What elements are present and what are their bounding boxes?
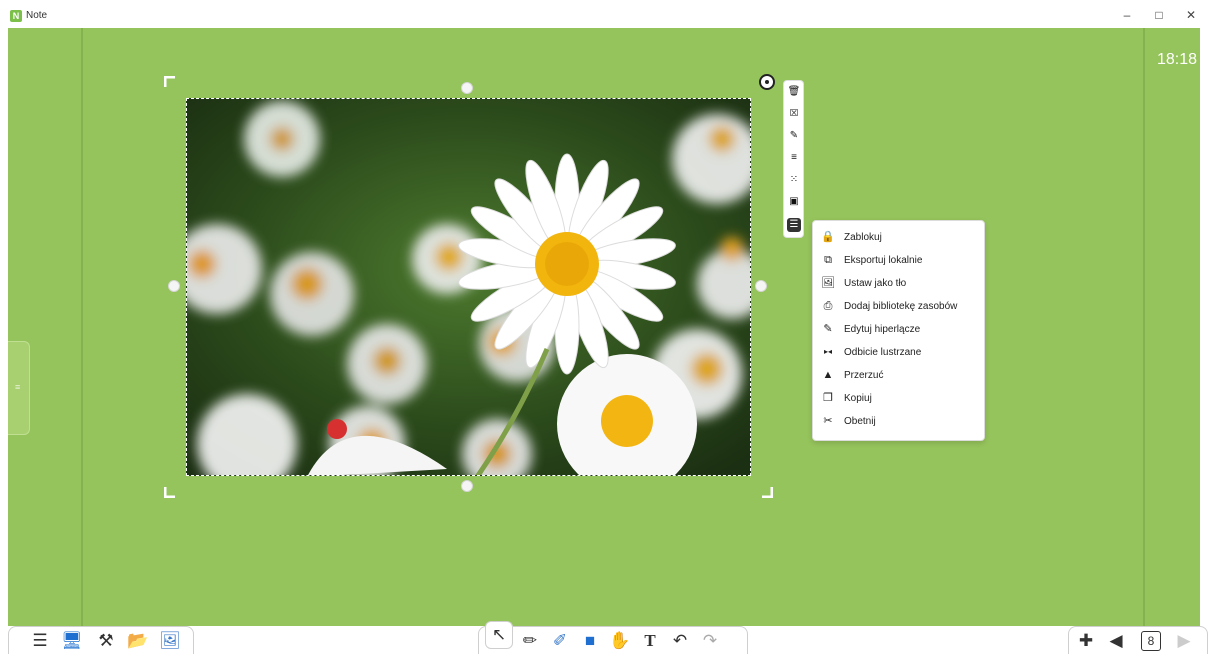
menu-item-label: Dodaj bibliotekę zasobów: [844, 301, 958, 312]
scissors-icon: ✂: [823, 415, 833, 428]
menu-item-lock[interactable]: 🔒 Zablokuj: [821, 228, 981, 248]
center-toolbar: ↖ ✏ ✐ ■ ✋ T ↶ ↷: [478, 621, 748, 654]
minimize-button[interactable]: –: [1112, 6, 1142, 24]
pen-icon[interactable]: ✏: [519, 631, 541, 651]
folder-icon[interactable]: 📂: [127, 631, 149, 651]
edit-image-icon[interactable]: ✎: [787, 129, 801, 143]
menu-item-label: Obetnij: [844, 416, 876, 427]
resize-handle-bottom-left[interactable]: [164, 486, 176, 498]
more-menu-icon[interactable]: ☰: [787, 218, 801, 232]
text-icon[interactable]: T: [639, 631, 661, 651]
left-margin-line: [81, 28, 83, 626]
menu-item-label: Eksportuj lokalnie: [844, 255, 923, 266]
menu-item-label: Przerzuć: [844, 370, 884, 381]
menu-item-label: Ustaw jako tło: [844, 278, 907, 289]
lock-icon: 🔒: [821, 231, 835, 244]
image-toolbar: 🗑 ⮽ ✎ ≡ ⁙ ▣ ☰: [783, 80, 804, 238]
add-library-icon: ⎙: [823, 300, 833, 313]
menu-item-add-library[interactable]: ⎙ Dodaj bibliotekę zasobów: [821, 297, 981, 317]
resize-handle-top-left[interactable]: [164, 76, 176, 88]
left-toolbar: ☰ 🖥 ⚒ 📂 🖼: [8, 626, 194, 654]
menu-item-cut[interactable]: ✂ Obetnij: [821, 412, 981, 432]
hyperlink-icon: ✎: [823, 323, 833, 336]
menu-item-set-background[interactable]: 🖼 Ustaw jako tło: [821, 274, 981, 294]
menu-icon[interactable]: ☰: [29, 631, 51, 651]
set-background-icon: 🖼: [821, 277, 835, 290]
resize-handle-bottom[interactable]: [461, 480, 473, 492]
undo-icon[interactable]: ↶: [669, 631, 691, 651]
context-menu: 🔒 Zablokuj ⧉ Eksportuj lokalnie 🖼 Ustaw jak…: [812, 220, 985, 441]
resize-handle-left[interactable]: [168, 280, 180, 292]
screen-icon[interactable]: 🖥: [61, 631, 83, 651]
rotate-icon[interactable]: [759, 74, 775, 90]
right-toolbar: ✚ ◀ 8 ▶: [1068, 626, 1208, 654]
crop-icon[interactable]: ⮽: [787, 107, 801, 121]
effects-icon[interactable]: ⁙: [787, 173, 801, 187]
export-icon: ⧉: [824, 254, 832, 267]
menu-item-flip[interactable]: ▲ Przerzuć: [821, 366, 981, 386]
menu-item-mirror[interactable]: ▸◂ Odbicie lustrzane: [821, 343, 981, 363]
eraser-icon[interactable]: ✐: [549, 631, 571, 651]
clock: 18:18: [1156, 51, 1198, 68]
window-title: Note: [26, 10, 48, 21]
menu-item-hyperlink[interactable]: ✎ Edytuj hiperlącze: [821, 320, 981, 340]
menu-item-copy[interactable]: ❐ Kopiuj: [821, 389, 981, 409]
copy-icon: ❐: [823, 392, 833, 405]
close-button[interactable]: ✕: [1176, 6, 1206, 24]
next-page-icon[interactable]: ▶: [1173, 631, 1195, 651]
menu-item-label: Zablokuj: [844, 232, 882, 243]
menu-item-label: Odbicie lustrzane: [844, 347, 922, 358]
app-logo-icon: N: [10, 10, 22, 22]
resize-handle-bottom-right[interactable]: [761, 486, 773, 498]
resize-handle-top[interactable]: [461, 82, 473, 94]
redo-icon[interactable]: ↷: [699, 631, 721, 651]
menu-item-export[interactable]: ⧉ Eksportuj lokalnie: [821, 251, 981, 271]
mirror-icon: ▸◂: [823, 347, 833, 357]
add-page-icon[interactable]: ✚: [1075, 631, 1097, 651]
daisy-photo: [187, 99, 750, 475]
drawer-grip-icon: ≡: [15, 382, 21, 392]
whiteboard-canvas[interactable]: 18:18 ≡ 🗑 ⮽ ✎ ≡ ⁙ ▣ ☰ 🔒 Zablokuj ⧉ Ekspo…: [8, 28, 1200, 626]
flip-icon: ▲: [822, 369, 834, 382]
tools-icon[interactable]: ⚒: [95, 631, 117, 651]
bottom-toolbar-area: ☰ 🖥 ⚒ 📂 🖼 ↖ ✏ ✐ ■ ✋ T ↶ ↷ ✚ ◀ 8 ▶: [0, 621, 1208, 654]
right-margin-line: [1143, 28, 1145, 626]
side-drawer-handle[interactable]: ≡: [8, 341, 30, 435]
image-icon[interactable]: 🖼: [159, 631, 181, 651]
shape-icon[interactable]: ■: [579, 631, 601, 651]
select-cursor-icon[interactable]: ↖: [485, 621, 513, 649]
title-bar: N Note – □ ✕: [0, 0, 1208, 28]
hand-icon[interactable]: ✋: [609, 631, 631, 651]
align-icon[interactable]: ≡: [787, 151, 801, 165]
page-number[interactable]: 8: [1141, 631, 1161, 651]
menu-item-label: Kopiuj: [844, 393, 872, 404]
layer-icon[interactable]: ▣: [787, 195, 801, 209]
selected-image[interactable]: [186, 98, 751, 476]
menu-item-label: Edytuj hiperlącze: [844, 324, 921, 335]
resize-handle-right[interactable]: [755, 280, 767, 292]
prev-page-icon[interactable]: ◀: [1105, 631, 1127, 651]
delete-icon[interactable]: 🗑: [787, 85, 801, 99]
restore-button[interactable]: □: [1144, 6, 1174, 24]
